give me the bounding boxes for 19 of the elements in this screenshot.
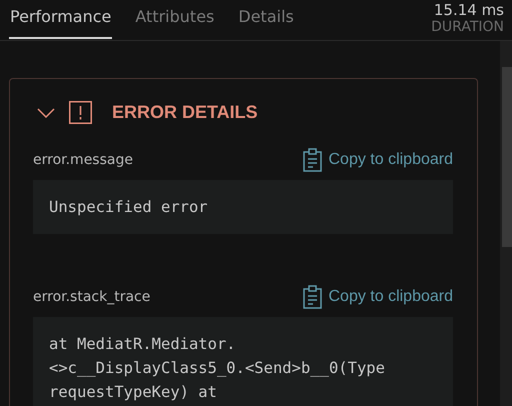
chevron-icon[interactable] [37,108,55,118]
copy-button[interactable]: Copy to clipboard [303,285,453,309]
clipboard-icon [303,148,322,172]
duration-value: 15.14 ms [434,1,504,19]
clipboard-icon [303,285,322,309]
scrollbar[interactable] [500,41,512,406]
field-name: error.message [33,152,133,168]
tab[interactable]: Attributes [134,0,216,39]
code-line: at MediatR.Mediator. [49,334,237,355]
code-line: <>c__DisplayClass5_0.<Send>b__0(Type [49,358,386,379]
code-line: requestTypeKey) at [49,382,218,403]
tab[interactable]: Details [237,0,295,39]
field-name: error.stack_trace [33,289,150,305]
duration-label: DURATION [431,19,504,36]
code-line: Unspecified error [49,197,209,218]
copy-button[interactable]: Copy to clipboard [303,148,453,172]
alert-icon [69,101,92,124]
panel-title: ERROR DETAILS [112,102,258,123]
tab[interactable]: Performance [9,0,112,39]
